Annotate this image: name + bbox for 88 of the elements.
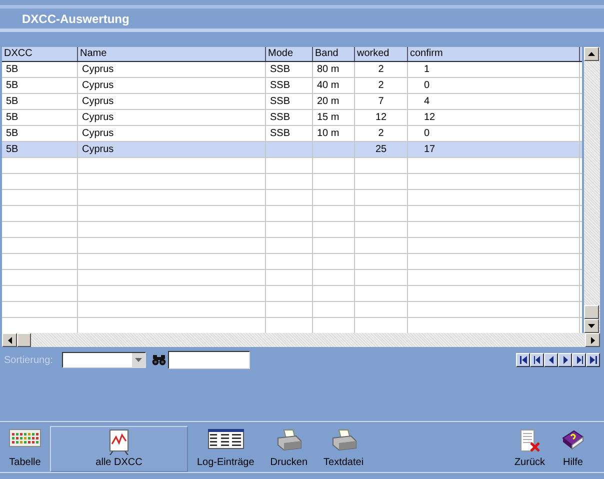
table-cell: 12 <box>424 112 436 123</box>
table-row[interactable]: 5B Cyprus SSB 80 m 2 1 <box>2 62 582 78</box>
right-arrow-icon <box>590 336 594 344</box>
scroll-thumb[interactable] <box>17 333 31 347</box>
table-row[interactable]: 5B Cyprus SSB 15 m 12 12 <box>2 110 582 126</box>
toolbar-button[interactable]: Textdatei <box>316 426 371 472</box>
toolbar-button[interactable]: Tabelle <box>2 426 48 472</box>
scroll-up-button[interactable] <box>584 47 599 61</box>
column-header[interactable]: Band <box>313 47 355 61</box>
sort-dropdown[interactable] <box>62 352 146 368</box>
right-arrow-icon <box>560 356 570 364</box>
column-header[interactable]: confirm <box>408 47 580 61</box>
table-cell: 10 m <box>317 128 340 139</box>
table-list-icon <box>208 429 244 449</box>
table-cell: SSB <box>270 96 290 107</box>
table-cell: Cyprus <box>82 80 114 91</box>
last-record-button[interactable] <box>586 353 600 367</box>
table-cell: 0 <box>424 80 430 91</box>
toolbar-button[interactable]: Log-Einträge <box>190 426 262 472</box>
table-row[interactable]: 5B Cyprus 25 17 <box>2 142 582 158</box>
table-cell: 2 <box>378 64 384 75</box>
table-cell: 5B <box>6 96 18 107</box>
help-book-icon <box>561 429 585 451</box>
table-cell: Cyprus <box>82 144 114 155</box>
table-cell: 80 m <box>317 64 340 75</box>
table-cell: 5B <box>6 144 18 155</box>
scroll-thumb[interactable] <box>584 305 599 319</box>
scroll-right-button[interactable] <box>585 333 600 347</box>
table-cell: 25 <box>375 144 387 155</box>
scroll-down-button[interactable] <box>584 319 599 333</box>
table-cell: Cyprus <box>82 112 114 123</box>
left-arrow-icon <box>518 356 528 364</box>
table-cell: SSB <box>270 80 290 91</box>
table-cell: 12 <box>375 112 387 123</box>
sort-label: Sortierung: <box>4 354 54 366</box>
search-field[interactable] <box>168 351 250 369</box>
column-header[interactable]: Mode <box>266 47 313 61</box>
chart-easel-icon <box>108 429 130 455</box>
table-cell: Cyprus <box>82 64 114 75</box>
column-header[interactable]: DXCC <box>2 47 78 61</box>
table-cell: SSB <box>270 64 290 75</box>
grid-icon <box>9 429 41 447</box>
binoculars-icon[interactable] <box>152 354 166 366</box>
nextpage-record-button[interactable] <box>572 353 586 367</box>
table-cell: 2 <box>378 128 384 139</box>
table-cell: 4 <box>424 96 430 107</box>
vertical-scrollbar[interactable] <box>584 47 600 333</box>
left-arrow-icon <box>546 356 556 364</box>
table-cell: 15 m <box>317 112 340 123</box>
table-cell: 40 m <box>317 80 340 91</box>
column-header[interactable]: worked <box>355 47 408 61</box>
prev-record-button[interactable] <box>544 353 558 367</box>
table-cell: 1 <box>424 64 430 75</box>
left-arrow-icon <box>532 356 542 364</box>
down-arrow-icon <box>588 324 595 328</box>
table-cell: Cyprus <box>82 96 114 107</box>
left-arrow-icon <box>8 336 12 344</box>
prevpage-record-button[interactable] <box>530 353 544 367</box>
table-row[interactable]: 5B Cyprus SSB 20 m 7 4 <box>2 94 582 110</box>
first-record-button[interactable] <box>516 353 530 367</box>
table-cell: 7 <box>378 96 384 107</box>
toolbar-button[interactable]: Hilfe <box>554 426 592 472</box>
table-row[interactable]: 5B Cyprus SSB 40 m 2 0 <box>2 78 582 94</box>
table-cell: 20 m <box>317 96 340 107</box>
printer-icon <box>330 429 357 451</box>
toolbar-button[interactable]: alle DXCC <box>50 426 188 472</box>
right-arrow-icon <box>588 356 598 364</box>
table-cell: 5B <box>6 80 18 91</box>
table-cell: 17 <box>424 144 436 155</box>
table-cell: SSB <box>270 112 290 123</box>
up-arrow-icon <box>588 52 595 56</box>
scroll-left-button[interactable] <box>2 333 17 347</box>
table-cell: 5B <box>6 112 18 123</box>
table-cell: 2 <box>378 80 384 91</box>
horizontal-scrollbar[interactable] <box>2 333 600 347</box>
printer-icon <box>276 429 302 451</box>
window-title: DXCC-Auswertung <box>22 12 130 26</box>
next-record-button[interactable] <box>558 353 572 367</box>
right-arrow-icon <box>574 356 584 364</box>
column-header[interactable]: Name <box>78 47 266 61</box>
table-cell: Cyprus <box>82 128 114 139</box>
document-delete-icon <box>518 429 541 453</box>
table-cell: SSB <box>270 128 290 139</box>
table-cell: 0 <box>424 128 430 139</box>
toolbar-button[interactable]: Drucken <box>263 426 315 472</box>
table-cell: 5B <box>6 128 18 139</box>
toolbar-button[interactable]: Zurück <box>507 426 552 472</box>
table-cell: 5B <box>6 64 18 75</box>
